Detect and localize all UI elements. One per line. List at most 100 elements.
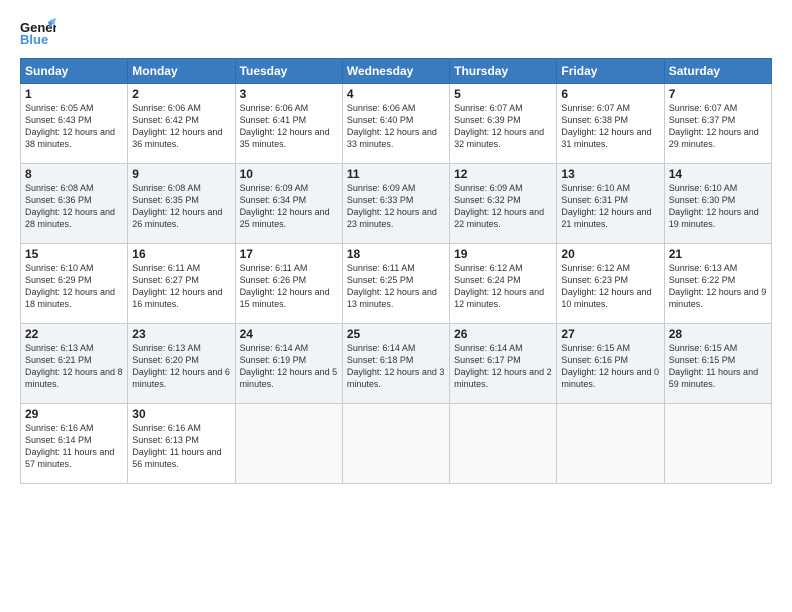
day-cell: 4Sunrise: 6:06 AMSunset: 6:40 PMDaylight… [342, 84, 449, 164]
day-number: 22 [25, 327, 123, 341]
week-row-5: 29Sunrise: 6:16 AMSunset: 6:14 PMDayligh… [21, 404, 772, 484]
day-info: Sunrise: 6:08 AMSunset: 6:36 PMDaylight:… [25, 183, 115, 229]
day-info: Sunrise: 6:13 AMSunset: 6:21 PMDaylight:… [25, 343, 123, 389]
col-header-tuesday: Tuesday [235, 59, 342, 84]
calendar-table: SundayMondayTuesdayWednesdayThursdayFrid… [20, 58, 772, 484]
day-cell: 12 Sunrise: 6:09 AMSunset: 6:32 PMDayligh… [450, 164, 557, 244]
day-number: 11 [347, 167, 445, 181]
day-number: 12 [454, 167, 552, 181]
day-info: Sunrise: 6:13 AMSunset: 6:20 PMDaylight:… [132, 343, 230, 389]
day-info: Sunrise: 6:16 AMSunset: 6:13 PMDaylight:… [132, 423, 221, 469]
day-number: 14 [669, 167, 767, 181]
day-number: 9 [132, 167, 230, 181]
day-info: Sunrise: 6:10 AMSunset: 6:30 PMDaylight:… [669, 183, 759, 229]
day-cell: 16 Sunrise: 6:11 AMSunset: 6:27 PMDayligh… [128, 244, 235, 324]
day-cell [557, 404, 664, 484]
col-header-sunday: Sunday [21, 59, 128, 84]
day-info: Sunrise: 6:14 AMSunset: 6:18 PMDaylight:… [347, 343, 445, 389]
day-number: 8 [25, 167, 123, 181]
day-info: Sunrise: 6:06 AMSunset: 6:41 PMDaylight:… [240, 103, 330, 149]
day-info: Sunrise: 6:11 AMSunset: 6:25 PMDaylight:… [347, 263, 437, 309]
day-cell: 2 Sunrise: 6:06 AMSunset: 6:42 PMDaylight… [128, 84, 235, 164]
day-cell: 10 Sunrise: 6:09 AMSunset: 6:34 PMDayligh… [235, 164, 342, 244]
day-info: Sunrise: 6:12 AMSunset: 6:23 PMDaylight:… [561, 263, 651, 309]
day-cell: 24 Sunrise: 6:14 AMSunset: 6:19 PMDayligh… [235, 324, 342, 404]
day-info: Sunrise: 6:07 AMSunset: 6:37 PMDaylight:… [669, 103, 759, 149]
day-info: Sunrise: 6:09 AMSunset: 6:32 PMDaylight:… [454, 183, 544, 229]
logo: General Blue [20, 18, 56, 48]
day-cell: 27 Sunrise: 6:15 AMSunset: 6:16 PMDayligh… [557, 324, 664, 404]
day-info: Sunrise: 6:09 AMSunset: 6:34 PMDaylight:… [240, 183, 330, 229]
day-cell: 28 Sunrise: 6:15 AMSunset: 6:15 PMDayligh… [664, 324, 771, 404]
day-cell: 20 Sunrise: 6:12 AMSunset: 6:23 PMDayligh… [557, 244, 664, 324]
day-number: 24 [240, 327, 338, 341]
day-info: Sunrise: 6:14 AMSunset: 6:17 PMDaylight:… [454, 343, 552, 389]
day-number: 28 [669, 327, 767, 341]
day-info: Sunrise: 6:06 AMSunset: 6:42 PMDaylight:… [132, 103, 222, 149]
day-number: 18 [347, 247, 445, 261]
day-info: Sunrise: 6:15 AMSunset: 6:15 PMDaylight:… [669, 343, 758, 389]
day-info: Sunrise: 6:15 AMSunset: 6:16 PMDaylight:… [561, 343, 659, 389]
day-cell: 1 Sunrise: 6:05 AMSunset: 6:43 PMDaylight… [21, 84, 128, 164]
day-number: 13 [561, 167, 659, 181]
day-info: Sunrise: 6:07 AMSunset: 6:39 PMDaylight:… [454, 103, 544, 149]
day-cell: 9 Sunrise: 6:08 AMSunset: 6:35 PMDaylight… [128, 164, 235, 244]
col-header-saturday: Saturday [664, 59, 771, 84]
day-number: 5 [454, 87, 552, 101]
day-number: 4 [347, 87, 445, 101]
day-cell: 17 Sunrise: 6:11 AMSunset: 6:26 PMDayligh… [235, 244, 342, 324]
col-header-friday: Friday [557, 59, 664, 84]
day-cell: 11Sunrise: 6:09 AMSunset: 6:33 PMDayligh… [342, 164, 449, 244]
day-number: 29 [25, 407, 123, 421]
day-cell: 18 Sunrise: 6:11 AMSunset: 6:25 PMDayligh… [342, 244, 449, 324]
day-info: Sunrise: 6:05 AMSunset: 6:43 PMDaylight:… [25, 103, 115, 149]
day-number: 23 [132, 327, 230, 341]
day-number: 2 [132, 87, 230, 101]
day-info: Sunrise: 6:12 AMSunset: 6:24 PMDaylight:… [454, 263, 544, 309]
day-cell: 26 Sunrise: 6:14 AMSunset: 6:17 PMDayligh… [450, 324, 557, 404]
week-row-4: 22 Sunrise: 6:13 AMSunset: 6:21 PMDayligh… [21, 324, 772, 404]
logo-icon: General Blue [20, 18, 56, 48]
day-cell: 6Sunrise: 6:07 AMSunset: 6:38 PMDaylight… [557, 84, 664, 164]
day-number: 26 [454, 327, 552, 341]
day-number: 19 [454, 247, 552, 261]
day-info: Sunrise: 6:08 AMSunset: 6:35 PMDaylight:… [132, 183, 222, 229]
day-cell: 5 Sunrise: 6:07 AMSunset: 6:39 PMDaylight… [450, 84, 557, 164]
day-number: 20 [561, 247, 659, 261]
day-cell: 7 Sunrise: 6:07 AMSunset: 6:37 PMDaylight… [664, 84, 771, 164]
day-number: 25 [347, 327, 445, 341]
day-number: 6 [561, 87, 659, 101]
day-cell: 30Sunrise: 6:16 AMSunset: 6:13 PMDayligh… [128, 404, 235, 484]
calendar-header-row: SundayMondayTuesdayWednesdayThursdayFrid… [21, 59, 772, 84]
day-info: Sunrise: 6:13 AMSunset: 6:22 PMDaylight:… [669, 263, 767, 309]
day-cell [342, 404, 449, 484]
week-row-2: 8 Sunrise: 6:08 AMSunset: 6:36 PMDaylight… [21, 164, 772, 244]
day-number: 15 [25, 247, 123, 261]
day-cell: 8 Sunrise: 6:08 AMSunset: 6:36 PMDaylight… [21, 164, 128, 244]
day-number: 27 [561, 327, 659, 341]
day-number: 16 [132, 247, 230, 261]
day-number: 10 [240, 167, 338, 181]
day-info: Sunrise: 6:14 AMSunset: 6:19 PMDaylight:… [240, 343, 338, 389]
day-cell: 29Sunrise: 6:16 AMSunset: 6:14 PMDayligh… [21, 404, 128, 484]
col-header-wednesday: Wednesday [342, 59, 449, 84]
day-cell: 14 Sunrise: 6:10 AMSunset: 6:30 PMDayligh… [664, 164, 771, 244]
day-number: 7 [669, 87, 767, 101]
day-cell [450, 404, 557, 484]
day-number: 3 [240, 87, 338, 101]
day-number: 21 [669, 247, 767, 261]
day-cell: 13 Sunrise: 6:10 AMSunset: 6:31 PMDayligh… [557, 164, 664, 244]
day-cell: 15Sunrise: 6:10 AMSunset: 6:29 PMDayligh… [21, 244, 128, 324]
svg-text:Blue: Blue [20, 32, 48, 47]
day-cell [235, 404, 342, 484]
day-cell: 3 Sunrise: 6:06 AMSunset: 6:41 PMDaylight… [235, 84, 342, 164]
week-row-1: 1 Sunrise: 6:05 AMSunset: 6:43 PMDaylight… [21, 84, 772, 164]
day-cell [664, 404, 771, 484]
day-info: Sunrise: 6:11 AMSunset: 6:26 PMDaylight:… [240, 263, 330, 309]
week-row-3: 15Sunrise: 6:10 AMSunset: 6:29 PMDayligh… [21, 244, 772, 324]
day-info: Sunrise: 6:10 AMSunset: 6:31 PMDaylight:… [561, 183, 651, 229]
day-number: 17 [240, 247, 338, 261]
col-header-monday: Monday [128, 59, 235, 84]
day-number: 1 [25, 87, 123, 101]
day-info: Sunrise: 6:11 AMSunset: 6:27 PMDaylight:… [132, 263, 222, 309]
